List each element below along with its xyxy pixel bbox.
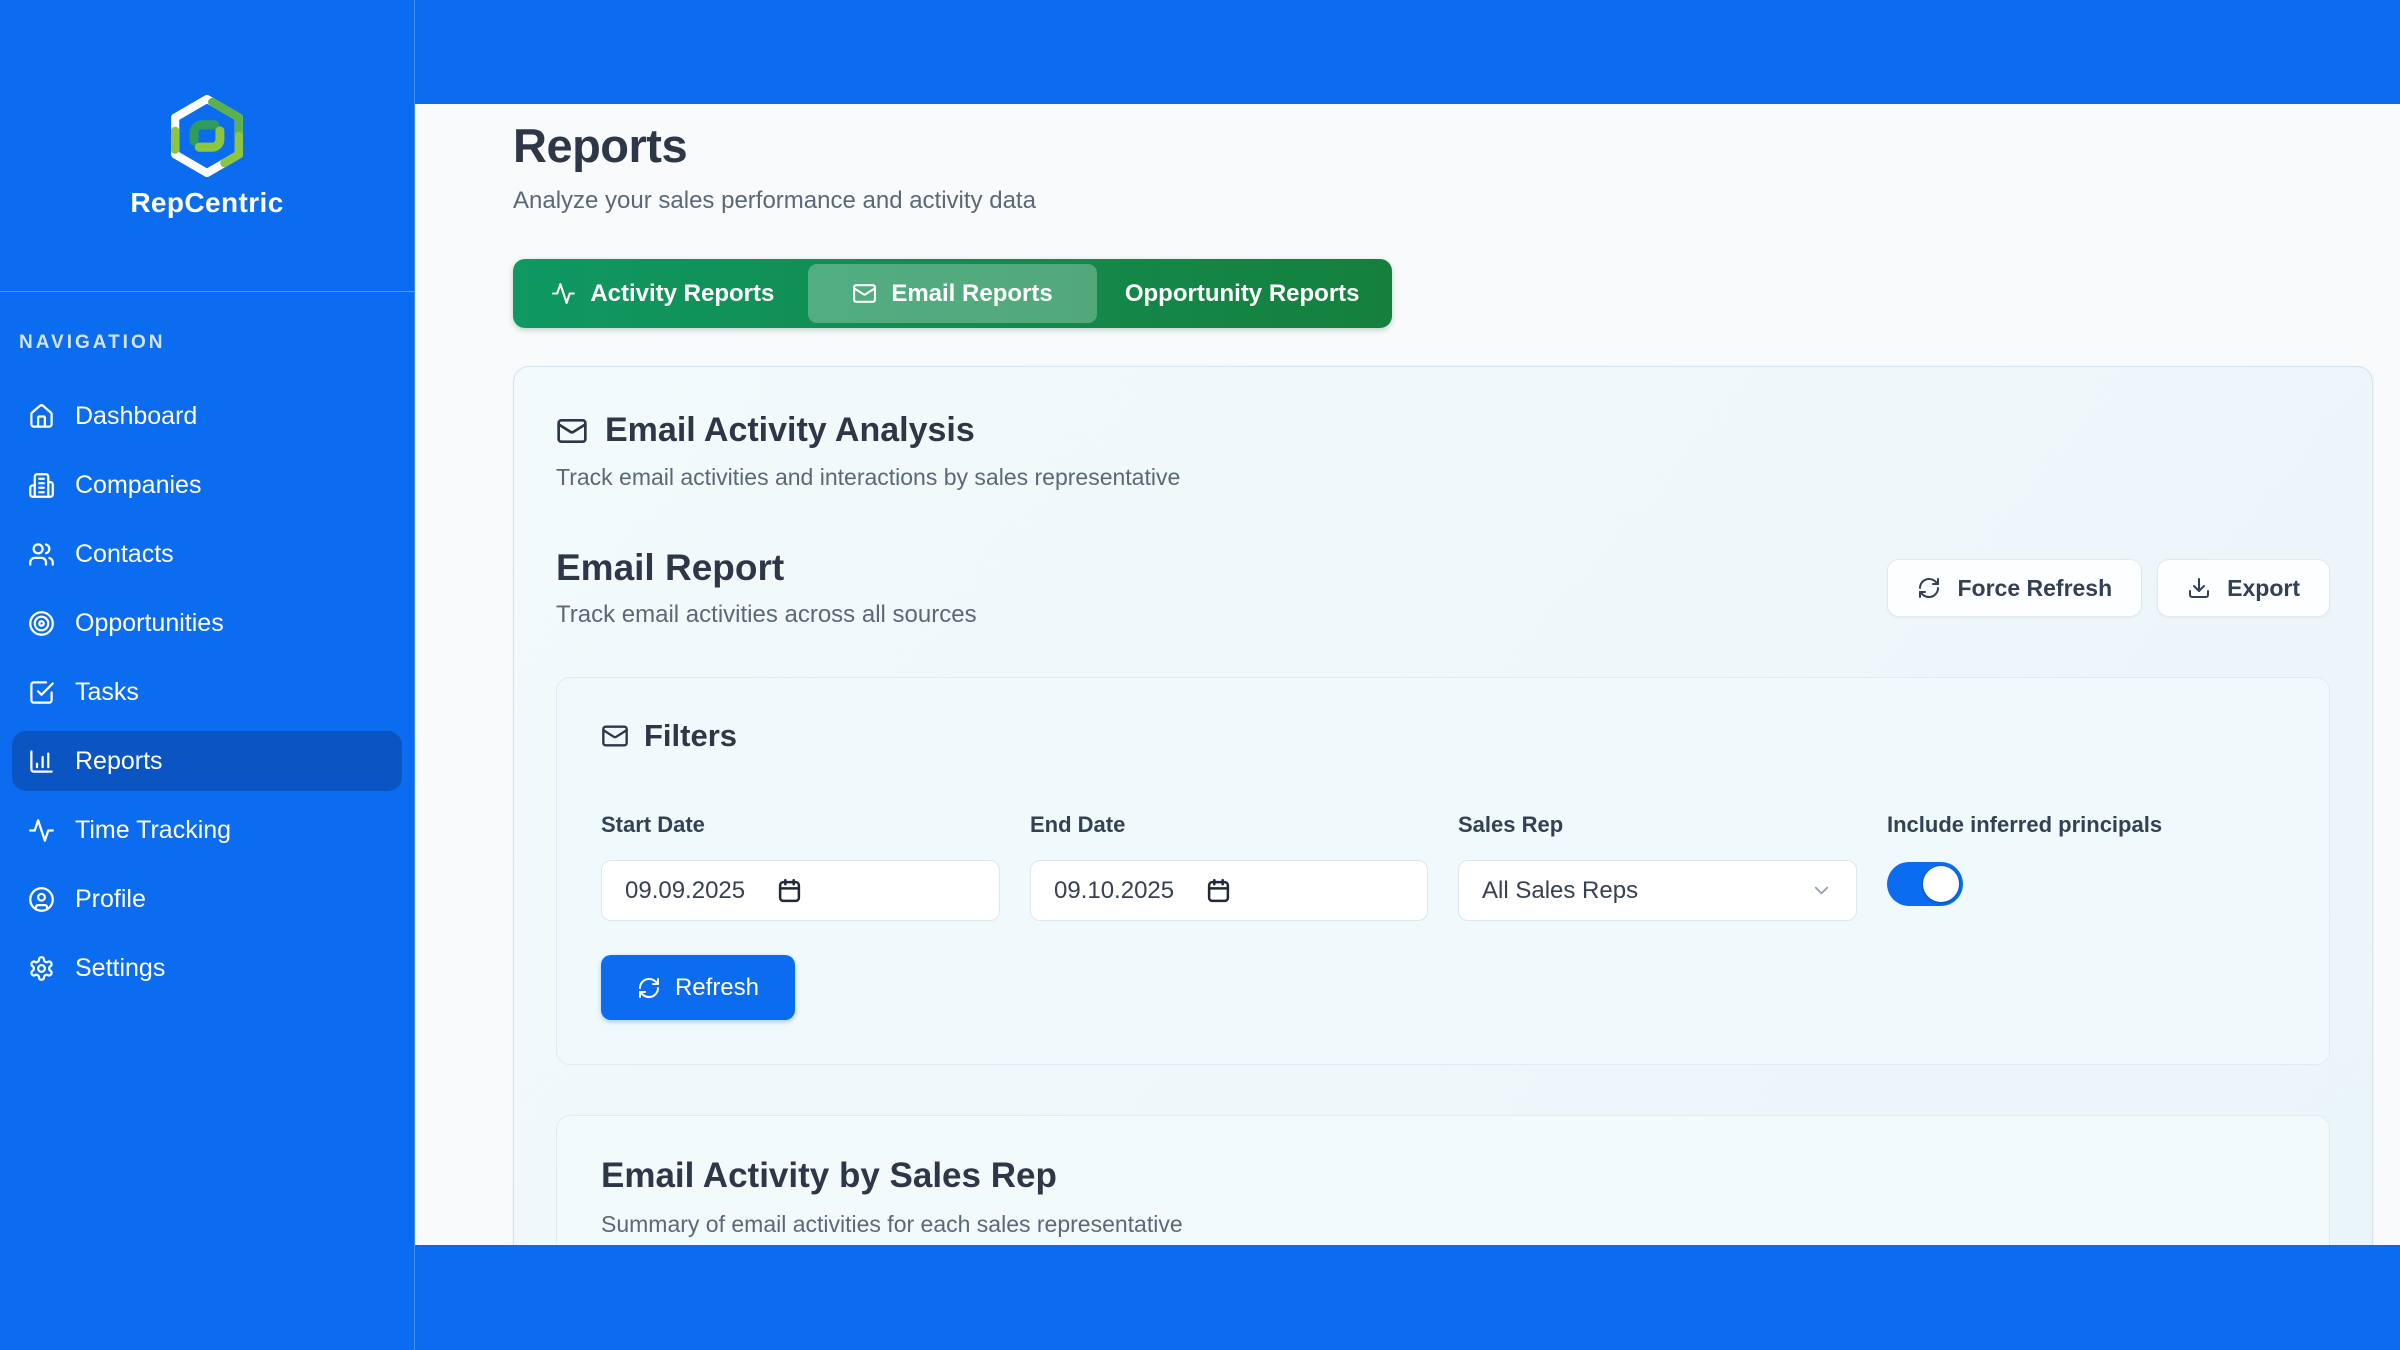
end-date-value: 09.10.2025 xyxy=(1054,877,1174,905)
analysis-card-subtitle: Track email activities and interactions … xyxy=(556,464,2330,491)
target-icon xyxy=(28,610,55,637)
sales-rep-select[interactable]: All Sales Reps xyxy=(1458,860,1857,921)
page-subtitle: Analyze your sales performance and activ… xyxy=(513,187,2373,215)
reports-tabbar: Activity Reports Email Reports Opportuni… xyxy=(513,259,1392,328)
sidebar-item-label: Contacts xyxy=(75,540,174,569)
tab-label: Opportunity Reports xyxy=(1125,280,1360,308)
tab-email-reports[interactable]: Email Reports xyxy=(808,264,1098,323)
include-inferred-label: Include inferred principals xyxy=(1887,812,2285,838)
include-inferred-toggle[interactable] xyxy=(1887,862,1963,906)
sidebar-item-opportunities[interactable]: Opportunities xyxy=(12,593,402,653)
mail-icon xyxy=(556,415,588,447)
users-icon xyxy=(28,541,55,568)
logo-block: RepCentric xyxy=(0,0,414,292)
sidebar-nav: Dashboard Companies Contacts Opportuniti… xyxy=(0,386,414,998)
filters-title: Filters xyxy=(644,718,737,754)
email-report-heading-block: Email Report Track email activities acro… xyxy=(556,547,977,629)
calendar-icon[interactable] xyxy=(1206,878,1231,903)
mail-icon xyxy=(852,281,877,306)
calendar-icon[interactable] xyxy=(777,878,802,903)
mail-icon xyxy=(601,722,629,750)
start-date-input[interactable]: 09.09.2025 xyxy=(601,860,1000,921)
sidebar-item-label: Reports xyxy=(75,747,163,776)
sidebar-item-label: Dashboard xyxy=(75,402,197,431)
end-date-field: End Date 09.10.2025 xyxy=(1030,812,1428,921)
sidebar-item-label: Companies xyxy=(75,471,201,500)
sidebar-item-reports[interactable]: Reports xyxy=(12,731,402,791)
nav-section-heading: NAVIGATION xyxy=(19,332,395,354)
sidebar-item-label: Tasks xyxy=(75,678,139,707)
repcentric-app: { "app": { "name": "RepCentric" }, "side… xyxy=(0,0,2400,1350)
user-circle-icon xyxy=(28,886,55,913)
building-icon xyxy=(28,472,55,499)
filters-grid: Start Date 09.09.2025 End Date 09.10.202… xyxy=(601,812,2285,921)
email-report-title: Email Report xyxy=(556,547,977,589)
force-refresh-button[interactable]: Force Refresh xyxy=(1887,559,2142,617)
filters-card: Filters Start Date 09.09.2025 End Date xyxy=(556,677,2330,1065)
app-name: RepCentric xyxy=(130,187,283,219)
analysis-card-title: Email Activity Analysis xyxy=(605,411,975,450)
main-content: Reports Analyze your sales performance a… xyxy=(415,104,2400,1245)
sidebar-item-companies[interactable]: Companies xyxy=(12,455,402,515)
toggle-knob xyxy=(1923,866,1959,902)
by-rep-title: Email Activity by Sales Rep xyxy=(601,1156,2285,1196)
check-square-icon xyxy=(28,679,55,706)
analysis-card-header: Email Activity Analysis xyxy=(556,411,2330,450)
tab-opportunity-reports[interactable]: Opportunity Reports xyxy=(1097,264,1387,323)
include-inferred-field: Include inferred principals xyxy=(1887,812,2285,921)
refresh-button[interactable]: Refresh xyxy=(601,955,795,1020)
sidebar-item-label: Settings xyxy=(75,954,165,983)
activity-icon xyxy=(28,817,55,844)
sidebar-item-dashboard[interactable]: Dashboard xyxy=(12,386,402,446)
download-icon xyxy=(2187,576,2211,600)
sidebar-item-profile[interactable]: Profile xyxy=(12,869,402,929)
refresh-icon xyxy=(637,976,661,1000)
repcentric-logo-icon xyxy=(164,93,250,179)
sidebar-item-label: Opportunities xyxy=(75,609,224,638)
start-date-value: 09.09.2025 xyxy=(625,877,745,905)
sales-rep-label: Sales Rep xyxy=(1458,812,1857,838)
sidebar: RepCentric NAVIGATION Dashboard Companie… xyxy=(0,0,415,1350)
email-report-subtitle: Track email activities across all source… xyxy=(556,601,977,629)
sales-rep-field: Sales Rep All Sales Reps xyxy=(1458,812,1857,921)
sidebar-item-label: Profile xyxy=(75,885,146,914)
force-refresh-label: Force Refresh xyxy=(1957,575,2112,602)
tab-label: Email Reports xyxy=(891,280,1052,308)
start-date-field: Start Date 09.09.2025 xyxy=(601,812,1000,921)
page-title: Reports xyxy=(513,118,2373,173)
sidebar-item-time-tracking[interactable]: Time Tracking xyxy=(12,800,402,860)
sidebar-item-contacts[interactable]: Contacts xyxy=(12,524,402,584)
sidebar-item-tasks[interactable]: Tasks xyxy=(12,662,402,722)
end-date-input[interactable]: 09.10.2025 xyxy=(1030,860,1428,921)
refresh-icon xyxy=(1917,576,1941,600)
export-button[interactable]: Export xyxy=(2157,559,2330,617)
gear-icon xyxy=(28,955,55,982)
export-label: Export xyxy=(2227,575,2300,602)
bar-chart-icon xyxy=(28,748,55,775)
home-icon xyxy=(28,403,55,430)
email-activity-by-rep-card: Email Activity by Sales Rep Summary of e… xyxy=(556,1115,2330,1245)
chevron-down-icon xyxy=(1810,879,1833,902)
sales-rep-value: All Sales Reps xyxy=(1482,877,1638,905)
by-rep-subtitle: Summary of email activities for each sal… xyxy=(601,1211,2285,1238)
start-date-label: Start Date xyxy=(601,812,1000,838)
report-actions: Force Refresh Export xyxy=(1887,559,2330,617)
refresh-label: Refresh xyxy=(675,974,759,1002)
activity-icon xyxy=(551,281,576,306)
end-date-label: End Date xyxy=(1030,812,1428,838)
email-report-header-row: Email Report Track email activities acro… xyxy=(556,547,2330,629)
email-activity-analysis-card: Email Activity Analysis Track email acti… xyxy=(513,366,2373,1245)
tab-activity-reports[interactable]: Activity Reports xyxy=(518,264,808,323)
filters-header: Filters xyxy=(601,718,2285,754)
sidebar-item-settings[interactable]: Settings xyxy=(12,938,402,998)
sidebar-item-label: Time Tracking xyxy=(75,816,231,845)
tab-label: Activity Reports xyxy=(590,280,774,308)
